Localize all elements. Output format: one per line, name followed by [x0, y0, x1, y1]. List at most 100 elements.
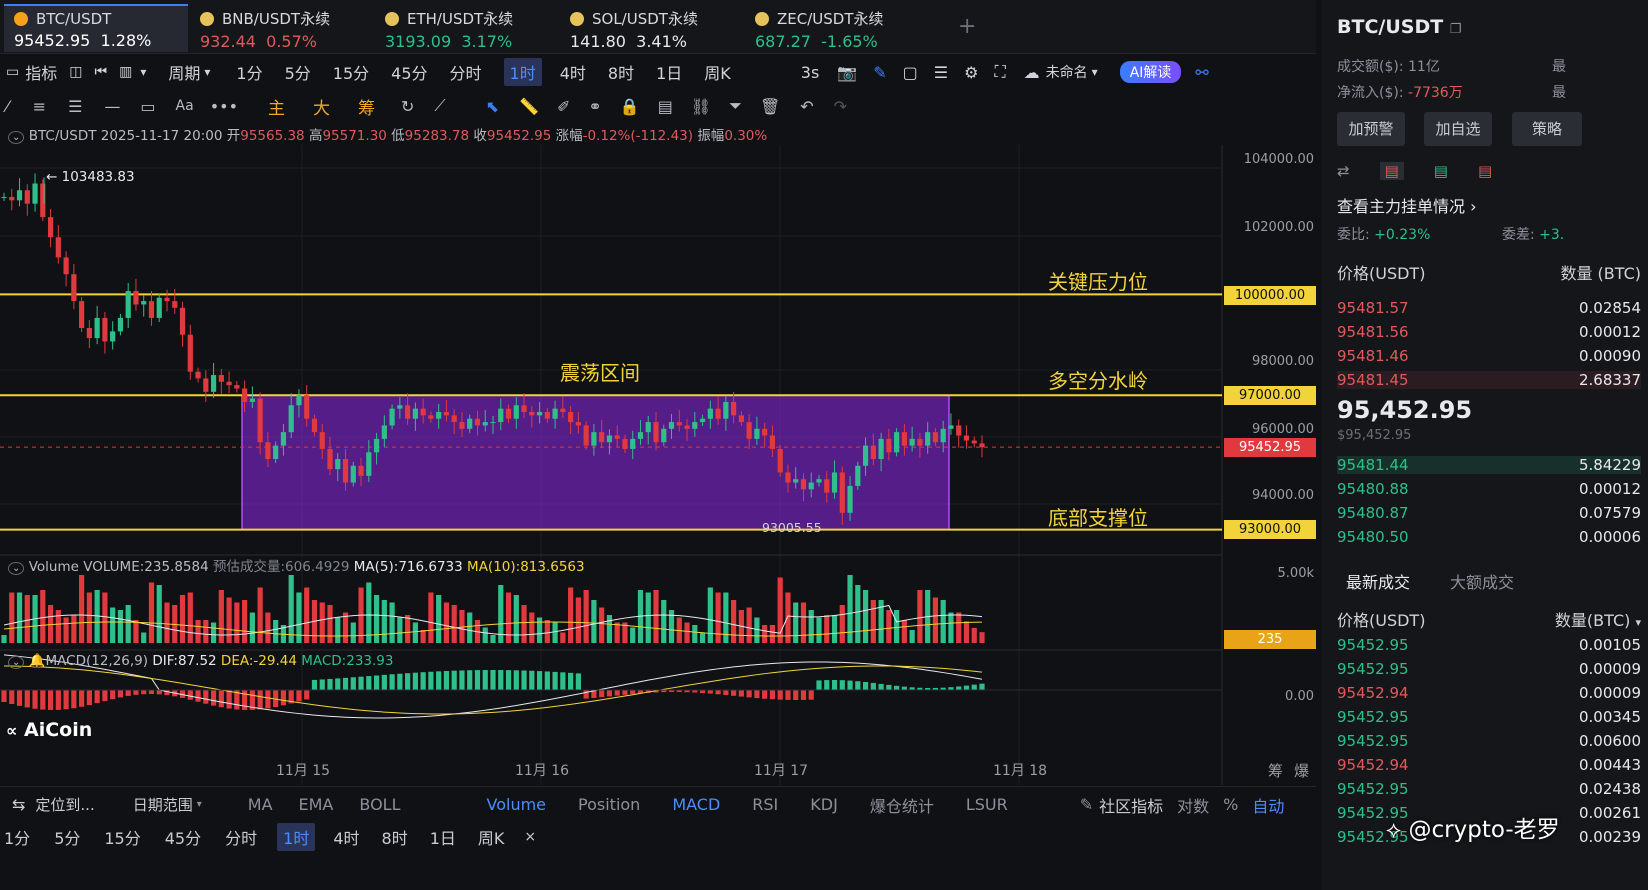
locate-icon[interactable]: ⇆	[12, 795, 25, 814]
collapse-icon[interactable]: ⌄	[8, 656, 25, 669]
edit-icon[interactable]: ✎	[1080, 795, 1093, 814]
tf-1h[interactable]: 1时	[503, 58, 542, 86]
rewind-icon[interactable]: ⏮	[94, 64, 107, 80]
eraser-icon[interactable]: ✐	[557, 97, 570, 116]
rotate-tool-icon[interactable]: ↻	[401, 97, 414, 116]
trash-icon[interactable]: 🗑	[760, 97, 780, 116]
tf-1w[interactable]: 周K	[704, 60, 731, 84]
ind-position[interactable]: Position	[578, 795, 640, 814]
bid-row[interactable]: 95480.88 0.00012	[1337, 480, 1641, 498]
collapse-icon[interactable]: ⌄	[8, 131, 25, 144]
strategy-button[interactable]: 策略	[1512, 112, 1582, 146]
ruler-icon[interactable]: 📏	[519, 97, 539, 116]
btf-1d[interactable]: 1日	[430, 825, 456, 849]
channel-tool-icon[interactable]: ☰	[68, 97, 82, 116]
copy-icon[interactable]: ❐	[1450, 22, 1462, 37]
ind-lsur[interactable]: LSUR	[966, 795, 1008, 814]
more-tools-icon[interactable]: •••	[210, 97, 238, 116]
ask-row[interactable]: 95481.46 0.00090	[1337, 347, 1641, 365]
collapse-icon[interactable]: ⌄	[8, 562, 25, 575]
add-watchlist-button[interactable]: 加自选	[1424, 112, 1492, 146]
cloud-icon[interactable]: ☁	[1024, 63, 1040, 82]
comment-icon[interactable]: ▢	[903, 63, 918, 82]
ind-kdj[interactable]: KDJ	[810, 795, 838, 814]
tf-15m[interactable]: 15分	[333, 60, 369, 84]
view-bids-icon[interactable]: ▤	[1434, 162, 1448, 180]
cursor-tool-icon[interactable]: ⬉	[486, 97, 499, 116]
tf-45m[interactable]: 45分	[391, 60, 427, 84]
magnet-icon[interactable]: ⚭	[588, 97, 601, 116]
filter-icon[interactable]: ⏷	[729, 96, 742, 116]
measure-tool-icon[interactable]: ⟋	[434, 96, 445, 116]
btf-1w[interactable]: 周K	[478, 825, 505, 849]
layout-name[interactable]: 未命名	[1046, 62, 1088, 82]
log-scale-toggle[interactable]: 对数	[1177, 793, 1209, 817]
tab-large-trades[interactable]: 大额成交	[1450, 569, 1514, 593]
view-split-icon[interactable]: ▤	[1379, 162, 1404, 180]
pen-icon[interactable]: ✎	[873, 63, 886, 82]
ask-row[interactable]: 95481.57 0.02854	[1337, 299, 1641, 317]
indicators-button[interactable]: 指标	[25, 60, 57, 84]
tf-8h[interactable]: 8时	[608, 60, 634, 84]
period-button[interactable]: 周期	[168, 60, 200, 84]
tab-zec-usdt[interactable]: ZEC/USDT永续 687.27 -1.65%	[745, 4, 925, 52]
chips-toggle[interactable]: 筹	[1268, 760, 1283, 781]
view-both-icon[interactable]: ⇄	[1337, 162, 1350, 180]
tab-bnb-usdt[interactable]: BNB/USDT永续 932.44 0.57%	[190, 4, 370, 52]
percent-toggle[interactable]: %	[1223, 795, 1238, 814]
add-alert-button[interactable]: 加预警	[1337, 112, 1405, 146]
big-order-tool[interactable]: 大	[313, 94, 330, 119]
trade-row[interactable]: 95452.95 0.00600	[1337, 732, 1641, 750]
rect-tool-icon[interactable]: ▭	[140, 97, 155, 116]
ind-boll[interactable]: BOLL	[359, 795, 400, 814]
main-force-tool[interactable]: 主	[268, 94, 285, 119]
lock-icon[interactable]: 🔒	[620, 97, 640, 116]
chevron-down-icon[interactable]: ▾	[1635, 616, 1641, 629]
ind-macd[interactable]: MACD	[672, 795, 720, 814]
ind-ma[interactable]: MA	[248, 795, 273, 814]
bid-row[interactable]: 95481.44 5.84229	[1337, 456, 1641, 474]
settings-icon[interactable]: ⚙	[964, 63, 978, 82]
close-icon[interactable]: ×	[524, 829, 536, 845]
chevron-down-icon[interactable]: ▾	[1092, 65, 1098, 79]
btf-1h[interactable]: 1时	[277, 823, 316, 851]
view-asks-icon[interactable]: ▤	[1478, 162, 1492, 180]
chevron-down-icon[interactable]: ▾	[197, 799, 202, 810]
btf-5m[interactable]: 5分	[54, 825, 80, 849]
ind-volume[interactable]: Volume	[487, 795, 547, 814]
liquidation-toggle[interactable]: 爆	[1294, 760, 1309, 781]
candle-type-icon[interactable]: ▥	[119, 64, 132, 80]
ask-row[interactable]: 95481.56 0.00012	[1337, 323, 1641, 341]
tf-4h[interactable]: 4时	[560, 60, 586, 84]
ai-button[interactable]: AI解读	[1119, 61, 1182, 83]
ind-ema[interactable]: EMA	[299, 795, 334, 814]
btf-timeline[interactable]: 分时	[225, 825, 257, 849]
tf-5m[interactable]: 5分	[285, 60, 311, 84]
tf-1m[interactable]: 1分	[236, 60, 262, 84]
bid-row[interactable]: 95480.50 0.00006	[1337, 528, 1641, 546]
line-tool-icon[interactable]: ⁄	[6, 97, 9, 116]
community-indicators[interactable]: 社区指标	[1099, 793, 1163, 817]
template-icon[interactable]: ▤	[658, 97, 673, 116]
ind-liquidation[interactable]: 爆仓统计	[870, 793, 934, 817]
price-chart[interactable]	[0, 145, 1316, 785]
ask-row[interactable]: 95481.45 2.68337	[1337, 371, 1641, 389]
redo-icon[interactable]: ↷	[834, 97, 847, 116]
trade-row[interactable]: 95452.94 0.00009	[1337, 684, 1641, 702]
tab-sol-usdt[interactable]: SOL/USDT永续 141.80 3.41%	[560, 4, 740, 52]
link-icon[interactable]: ⛓	[691, 97, 711, 116]
fullscreen-icon[interactable]: ⛶	[994, 62, 1005, 82]
parallel-tool-icon[interactable]: ≡	[33, 97, 46, 116]
ind-rsi[interactable]: RSI	[752, 795, 778, 814]
btf-15m[interactable]: 15分	[104, 825, 140, 849]
indicator-icon[interactable]: ▭	[6, 64, 19, 80]
trade-row[interactable]: 95452.94 0.00443	[1337, 756, 1641, 774]
btf-8h[interactable]: 8时	[382, 825, 408, 849]
tab-btc-usdt[interactable]: BTC/USDT 95452.95 1.28%	[4, 4, 188, 52]
text-tool-icon[interactable]: Aa	[176, 98, 194, 114]
tf-1d[interactable]: 1日	[656, 60, 682, 84]
tf-timeline[interactable]: 分时	[450, 60, 482, 84]
trade-row[interactable]: 95452.95 0.02438	[1337, 780, 1641, 798]
trade-row[interactable]: 95452.95 0.00009	[1337, 660, 1641, 678]
add-tab-icon[interactable]: +	[958, 14, 976, 39]
